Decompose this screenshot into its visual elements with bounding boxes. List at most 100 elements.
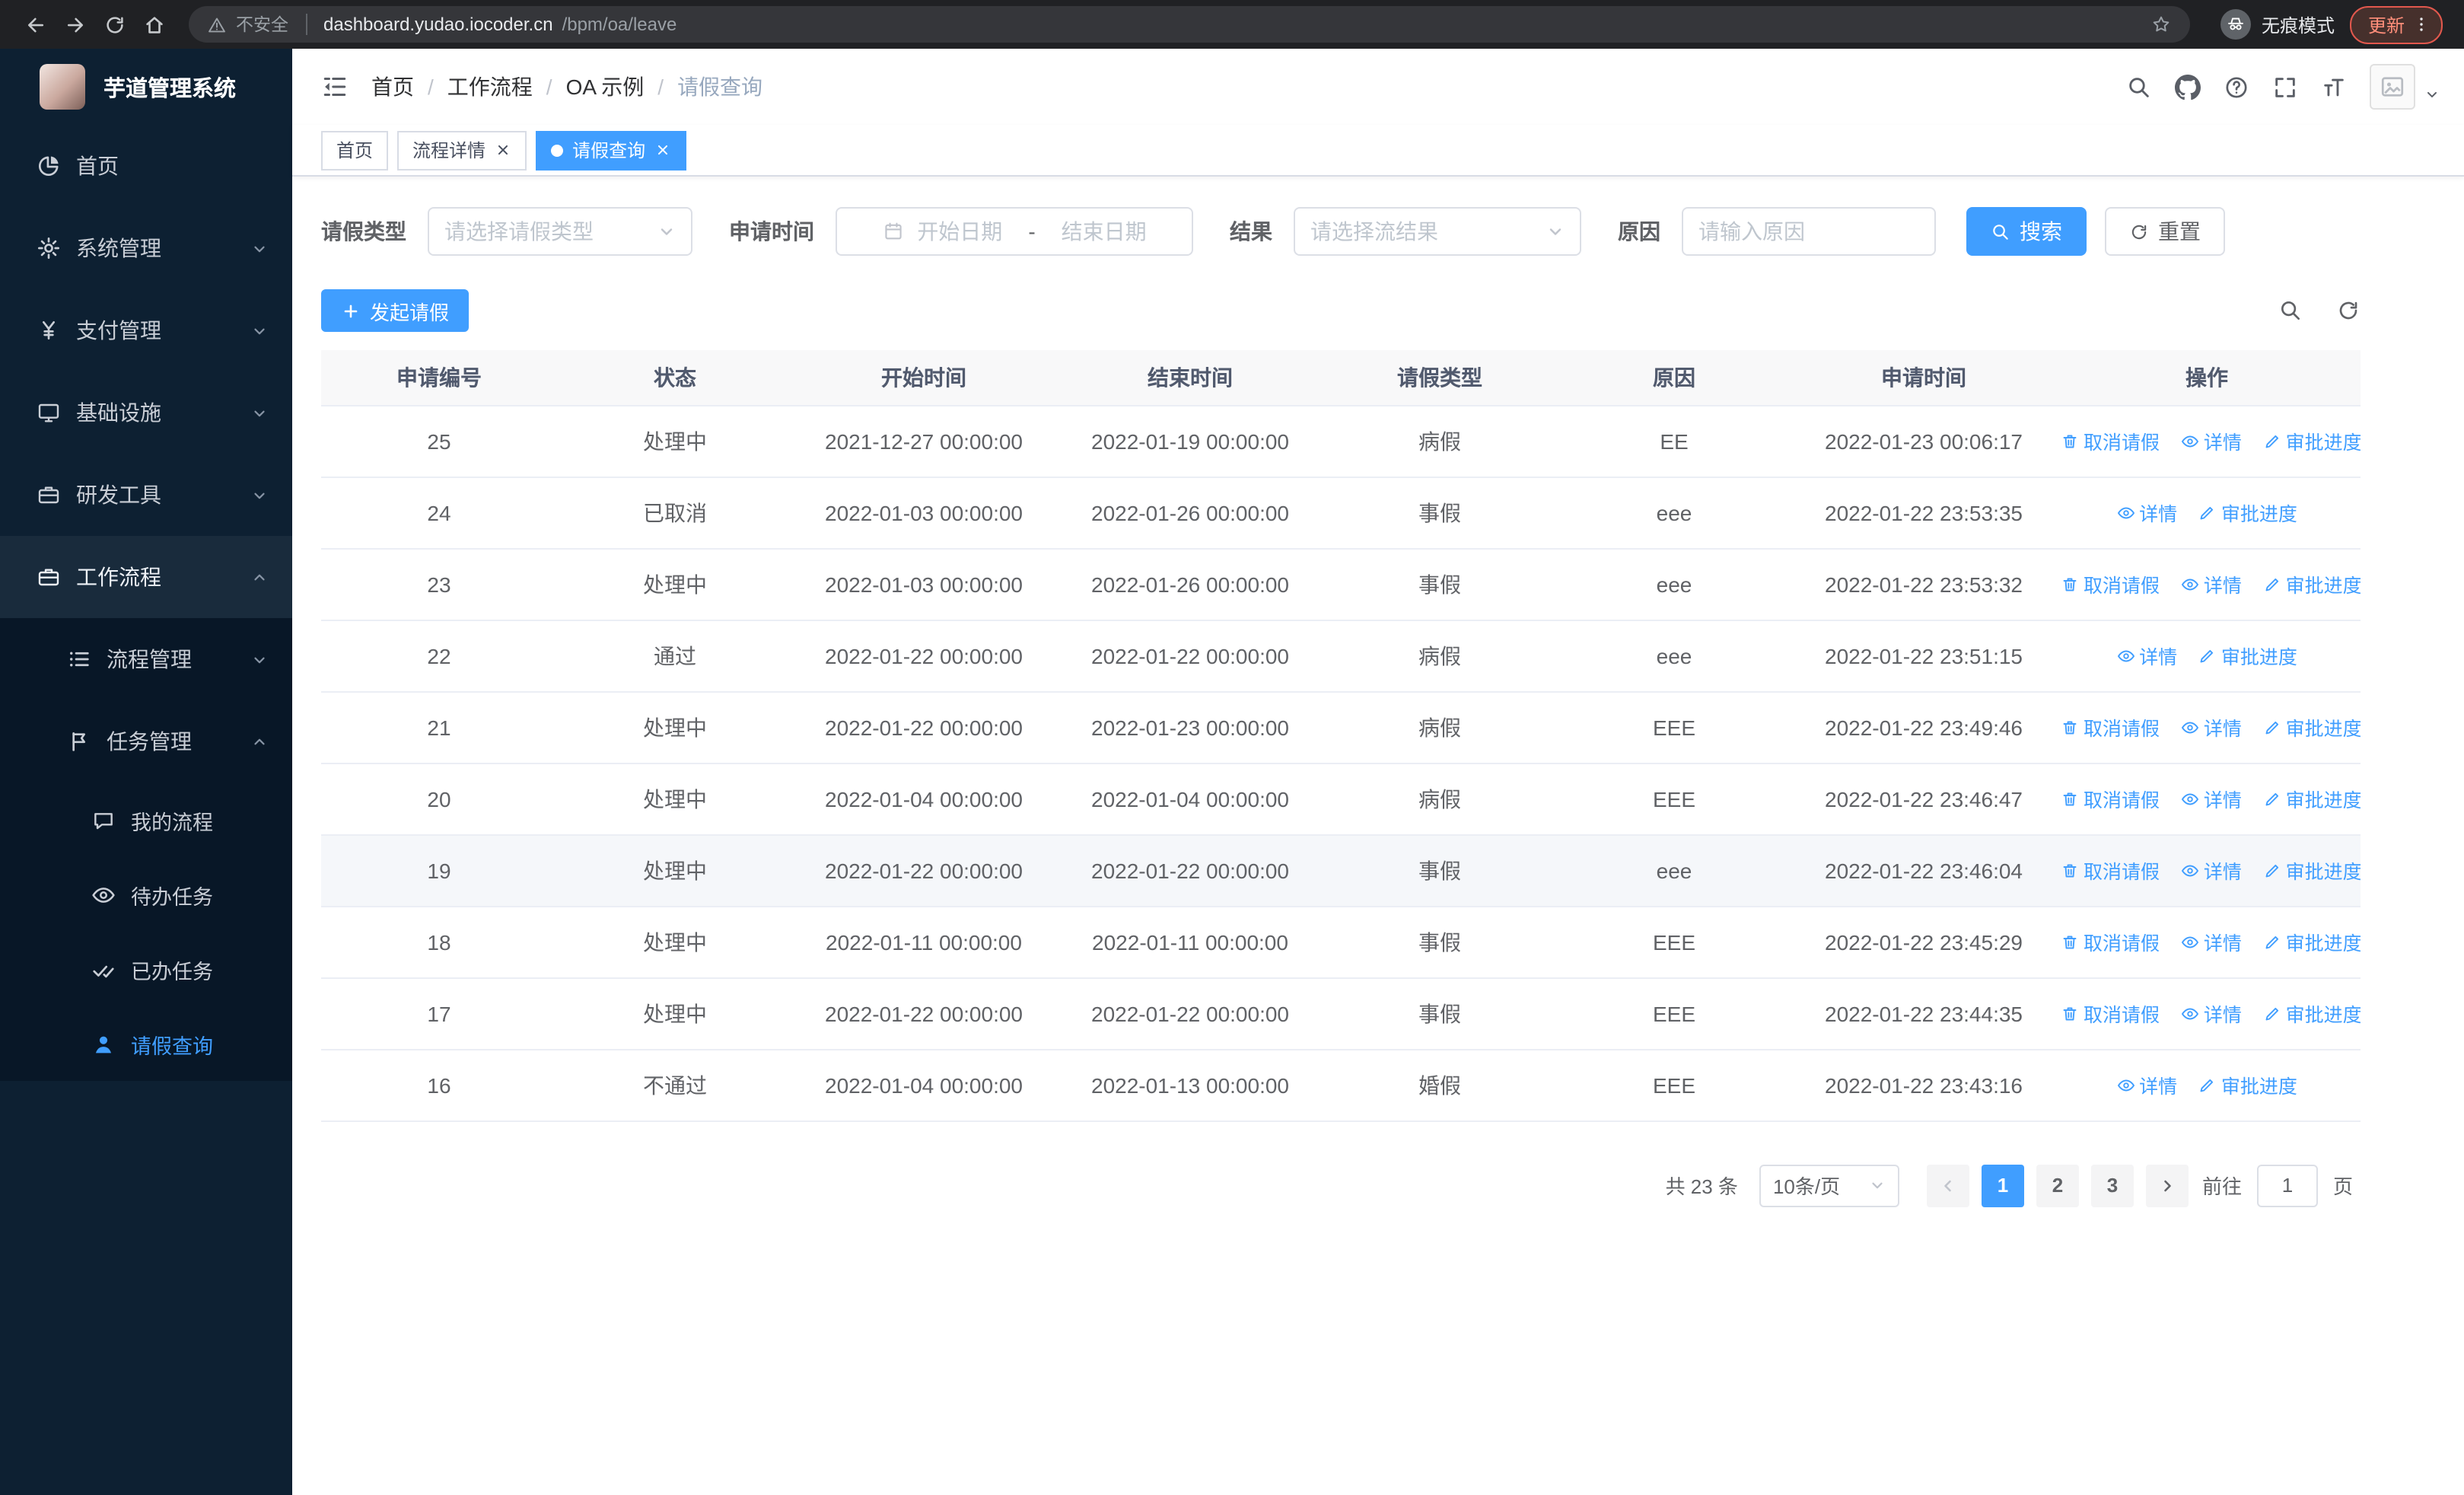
sidebar-item-task-mgmt[interactable]: 任务管理 [0,700,292,783]
update-button[interactable]: 更新 [2349,5,2443,43]
sidebar-item-dev-tools[interactable]: 研发工具 [0,454,292,536]
approval-progress-link[interactable]: 审批进度 [2198,1070,2297,1099]
cell-status: 处理中 [557,405,793,477]
collapse-sidebar-icon[interactable] [321,73,349,100]
toggle-search-icon[interactable] [2278,298,2303,323]
search-icon[interactable] [2126,74,2152,100]
font-size-icon[interactable] [2321,74,2347,100]
flag-icon [67,729,91,754]
approval-progress-link[interactable]: 审批进度 [2198,641,2297,670]
approval-progress-link[interactable]: 审批进度 [2263,784,2361,813]
apply-time-range-picker[interactable]: 开始日期 - 结束日期 [836,207,1193,256]
leave-type-select[interactable]: 请选择请假类型 [428,207,692,256]
page-button-1[interactable]: 1 [1981,1164,2024,1207]
tab-label: 流程详情 [412,140,486,161]
sidebar-item-leave-query[interactable]: 请假查询 [0,1006,292,1081]
cancel-leave-link[interactable]: 取消请假 [2061,784,2160,813]
detail-link[interactable]: 详情 [2181,999,2242,1028]
detail-link[interactable]: 详情 [2116,641,2177,670]
sidebar-item-infrastructure[interactable]: 基础设施 [0,371,292,454]
approval-progress-link[interactable]: 审批进度 [2263,426,2361,455]
detail-link[interactable]: 详情 [2181,569,2242,598]
list-icon [67,647,91,671]
create-leave-button[interactable]: 发起请假 [321,289,470,332]
cancel-leave-link[interactable]: 取消请假 [2061,712,2160,741]
approval-progress-link[interactable]: 审批进度 [2263,856,2361,885]
tab-process-detail[interactable]: 流程详情 [397,130,527,170]
plus-icon [341,301,361,320]
home-button[interactable] [134,5,173,44]
image-placeholder-icon [2379,73,2406,100]
page-size-select[interactable]: 10条/页 [1759,1164,1899,1207]
page-button-2[interactable]: 2 [2036,1164,2079,1207]
breadcrumb-item-oa-example[interactable]: OA 示例 [566,72,645,102]
sidebar-item-workflow[interactable]: 工作流程 [0,536,292,618]
navbar-actions [2126,64,2440,110]
detail-link[interactable]: 详情 [2181,927,2242,956]
github-icon[interactable] [2175,74,2201,100]
detail-link[interactable]: 详情 [2181,712,2242,741]
result-select[interactable]: 请选择流结果 [1294,207,1581,256]
cell-id: 23 [321,548,557,620]
approval-progress-link[interactable]: 审批进度 [2198,498,2297,527]
goto-page-input[interactable] [2256,1164,2318,1207]
chevron-down-icon [1546,222,1565,241]
sidebar-item-home[interactable]: 首页 [0,125,292,207]
page-number: 2 [2052,1174,2064,1197]
reason-input[interactable] [1682,207,1936,256]
detail-link[interactable]: 详情 [2181,856,2242,885]
sidebar-item-system-mgmt[interactable]: 系统管理 [0,207,292,289]
search-button[interactable]: 搜索 [1966,207,2087,256]
sidebar-item-process-mgmt[interactable]: 流程管理 [0,618,292,700]
avatar-caret-icon[interactable] [2424,87,2440,102]
pen-icon [2263,861,2281,879]
avatar[interactable] [2370,64,2415,110]
help-icon[interactable] [2224,74,2249,100]
sidebar-item-todo-tasks[interactable]: 待办任务 [0,857,292,932]
close-icon[interactable] [654,142,671,158]
cancel-leave-link[interactable]: 取消请假 [2061,927,2160,956]
bookmark-star-icon[interactable] [2150,14,2172,35]
cancel-leave-link[interactable]: 取消请假 [2061,426,2160,455]
prev-page-button[interactable] [1926,1164,1969,1207]
breadcrumb-item-home[interactable]: 首页 [371,72,414,102]
cancel-leave-link[interactable]: 取消请假 [2061,569,2160,598]
reload-button[interactable] [94,5,134,44]
breadcrumb-item-workflow[interactable]: 工作流程 [447,72,533,102]
approval-progress-link[interactable]: 审批进度 [2263,712,2361,741]
detail-link[interactable]: 详情 [2116,498,2177,527]
cancel-leave-link[interactable]: 取消请假 [2061,856,2160,885]
cell-applied: 2022-01-22 23:53:32 [1794,548,2053,620]
logo[interactable]: 芋道管理系统 [0,49,292,125]
cell-actions: 取消请假 详情 审批进度 [2053,906,2361,978]
cancel-leave-link[interactable]: 取消请假 [2061,999,2160,1028]
cell-end: 2022-01-19 00:00:00 [1055,405,1326,477]
cell-actions: 取消请假 详情 审批进度 [2053,977,2361,1050]
page-button-3[interactable]: 3 [2090,1164,2134,1207]
approval-progress-link[interactable]: 审批进度 [2263,999,2361,1028]
reset-button[interactable]: 重置 [2105,207,2225,256]
sidebar-item-my-process[interactable]: 我的流程 [0,783,292,857]
approval-progress-link[interactable]: 审批进度 [2263,927,2361,956]
forward-button[interactable] [55,5,94,44]
url-bar[interactable]: 不安全 dashboard.yudao.iocoder.cn /bpm/oa/l… [189,6,2190,43]
sidebar-item-payment-mgmt[interactable]: 支付管理 [0,289,292,371]
cell-id: 20 [321,763,557,835]
fullscreen-icon[interactable] [2272,74,2298,100]
detail-link[interactable]: 详情 [2181,426,2242,455]
detail-link[interactable]: 详情 [2181,784,2242,813]
back-button[interactable] [15,5,55,44]
browser-menu-icon[interactable] [2412,15,2431,33]
cell-id: 18 [321,906,557,978]
tabs-bar: 首页 流程详情 请假查询 [292,125,2464,177]
cancel-leave-label: 取消请假 [2084,719,2160,740]
refresh-table-icon[interactable] [2336,298,2361,323]
chevron-up-icon [251,569,268,585]
detail-link[interactable]: 详情 [2116,1070,2177,1099]
approval-progress-link[interactable]: 审批进度 [2263,569,2361,598]
next-page-button[interactable] [2145,1164,2189,1207]
tab-leave-query[interactable]: 请假查询 [536,130,687,170]
close-icon[interactable] [495,142,511,158]
sidebar-item-done-tasks[interactable]: 已办任务 [0,932,292,1006]
tab-home[interactable]: 首页 [321,130,389,170]
